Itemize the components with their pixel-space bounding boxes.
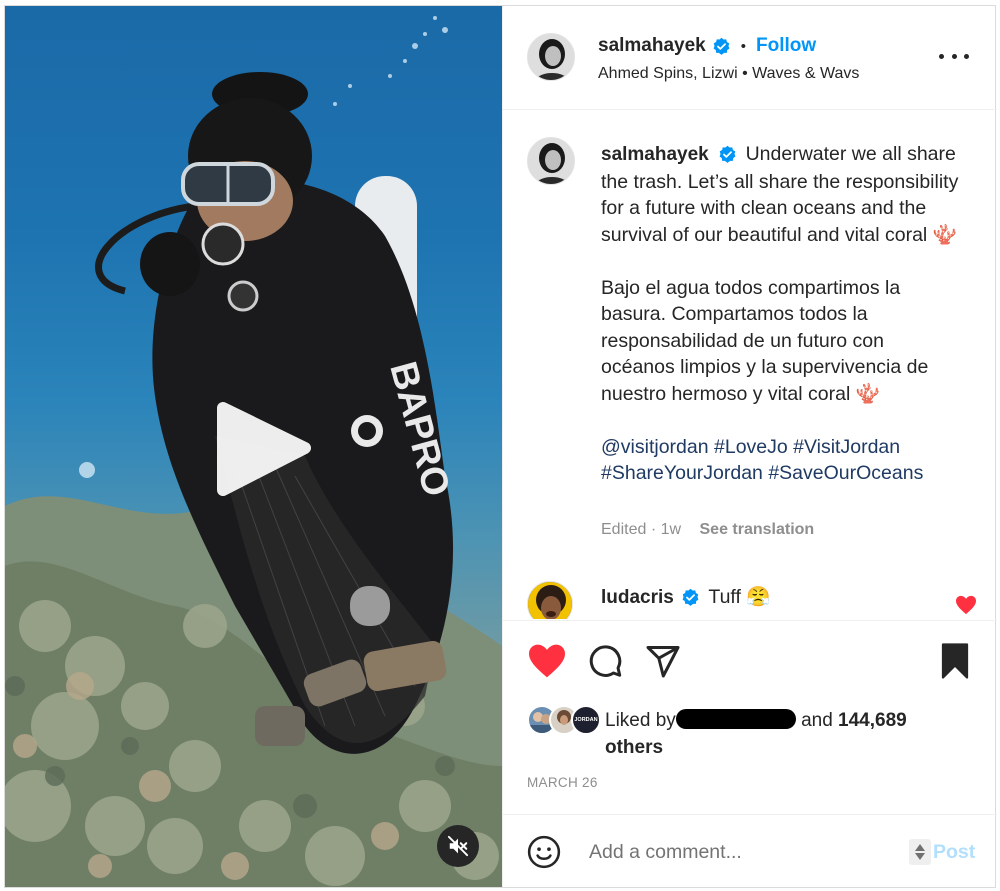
save-button[interactable]: [939, 643, 979, 683]
emoji-icon: [527, 835, 561, 869]
comment-item: ludacris Tuff 😤: [503, 577, 997, 619]
caption-meta: Edited · 1w See translation: [601, 521, 814, 539]
caption-author-avatar-image: [528, 138, 574, 184]
edited-timestamp: Edited · 1w: [601, 521, 682, 538]
verified-badge-icon: [719, 146, 736, 164]
caption-hashtags[interactable]: @visitjordan #LoveJo #VisitJordan #Share…: [601, 434, 961, 487]
heart-filled-icon: [956, 595, 976, 615]
see-translation-link[interactable]: See translation: [700, 521, 815, 538]
mute-toggle-button[interactable]: [437, 825, 479, 867]
verified-badge-icon: [682, 589, 699, 607]
commenter-username[interactable]: ludacris: [601, 587, 674, 608]
separator-dot: •: [740, 37, 747, 55]
heart-filled-icon: [529, 644, 565, 678]
caption-and-comments: salmahayek Underwater we all share the t…: [503, 111, 997, 619]
redacted-username: [675, 709, 796, 729]
add-comment-bar: Post: [503, 814, 997, 887]
caption-author-avatar[interactable]: [527, 137, 575, 185]
stepper-arrows-icon: [909, 839, 931, 865]
audio-attribution[interactable]: Ahmed Spins, Lizwi • Waves & Wavs: [598, 65, 859, 83]
play-button[interactable]: [213, 398, 313, 498]
more-options-button[interactable]: [939, 46, 969, 66]
caption-spanish: Bajo el agua todos compartimos la basura…: [601, 276, 929, 405]
post-header: salmahayek • Follow Ahmed Spins, Lizwi •…: [503, 6, 997, 110]
author-line: salmahayek • Follow: [598, 35, 816, 57]
comment-like-button[interactable]: [955, 595, 977, 615]
author-avatar-image: [528, 34, 574, 80]
comment-input[interactable]: [589, 835, 889, 869]
share-icon: [646, 646, 680, 678]
post-label: Post: [933, 840, 976, 863]
author-avatar[interactable]: [527, 33, 575, 81]
emoji-button[interactable]: [527, 835, 561, 869]
likes-text[interactable]: Liked by and 144,689 others: [605, 707, 925, 761]
post-details-panel: salmahayek • Follow Ahmed Spins, Lizwi •…: [502, 6, 997, 887]
author-username[interactable]: salmahayek: [598, 35, 706, 57]
caption-username[interactable]: salmahayek: [601, 144, 709, 165]
commenter-avatar-image: [528, 582, 572, 619]
post-comment-button[interactable]: Post: [909, 837, 975, 867]
verified-badge-icon: [713, 37, 730, 55]
post-video[interactable]: BAPRO: [5, 6, 502, 887]
comment-icon: [589, 645, 622, 677]
caption-text: salmahayek Underwater we all share the t…: [601, 141, 961, 487]
comment-button[interactable]: [587, 643, 627, 683]
likes-count: 144,689: [838, 710, 907, 731]
bookmark-filled-icon: [941, 643, 969, 679]
comment-text: Tuff 😤: [708, 586, 771, 608]
action-bar: JORDAN Liked by and 144,689 others MARCH…: [503, 620, 997, 815]
more-options-icon: [939, 53, 944, 59]
and-label: and: [801, 710, 833, 731]
others-label: others: [605, 737, 664, 758]
follow-button[interactable]: Follow: [756, 35, 816, 57]
share-button[interactable]: [645, 643, 685, 683]
comment-body: ludacris Tuff 😤: [601, 585, 771, 609]
play-icon: [217, 402, 311, 496]
instagram-post: BAPRO salmahayek • Follow Ahmed Spins, L…: [4, 5, 997, 888]
post-date[interactable]: MARCH 26: [527, 775, 598, 790]
commenter-avatar[interactable]: [527, 581, 573, 619]
like-button[interactable]: [527, 643, 567, 683]
liked-by-label: Liked by: [605, 710, 676, 731]
speaker-muted-icon: [447, 835, 469, 857]
liker-avatar-brand: JORDAN: [571, 705, 601, 735]
liker-avatars[interactable]: JORDAN: [527, 705, 603, 735]
